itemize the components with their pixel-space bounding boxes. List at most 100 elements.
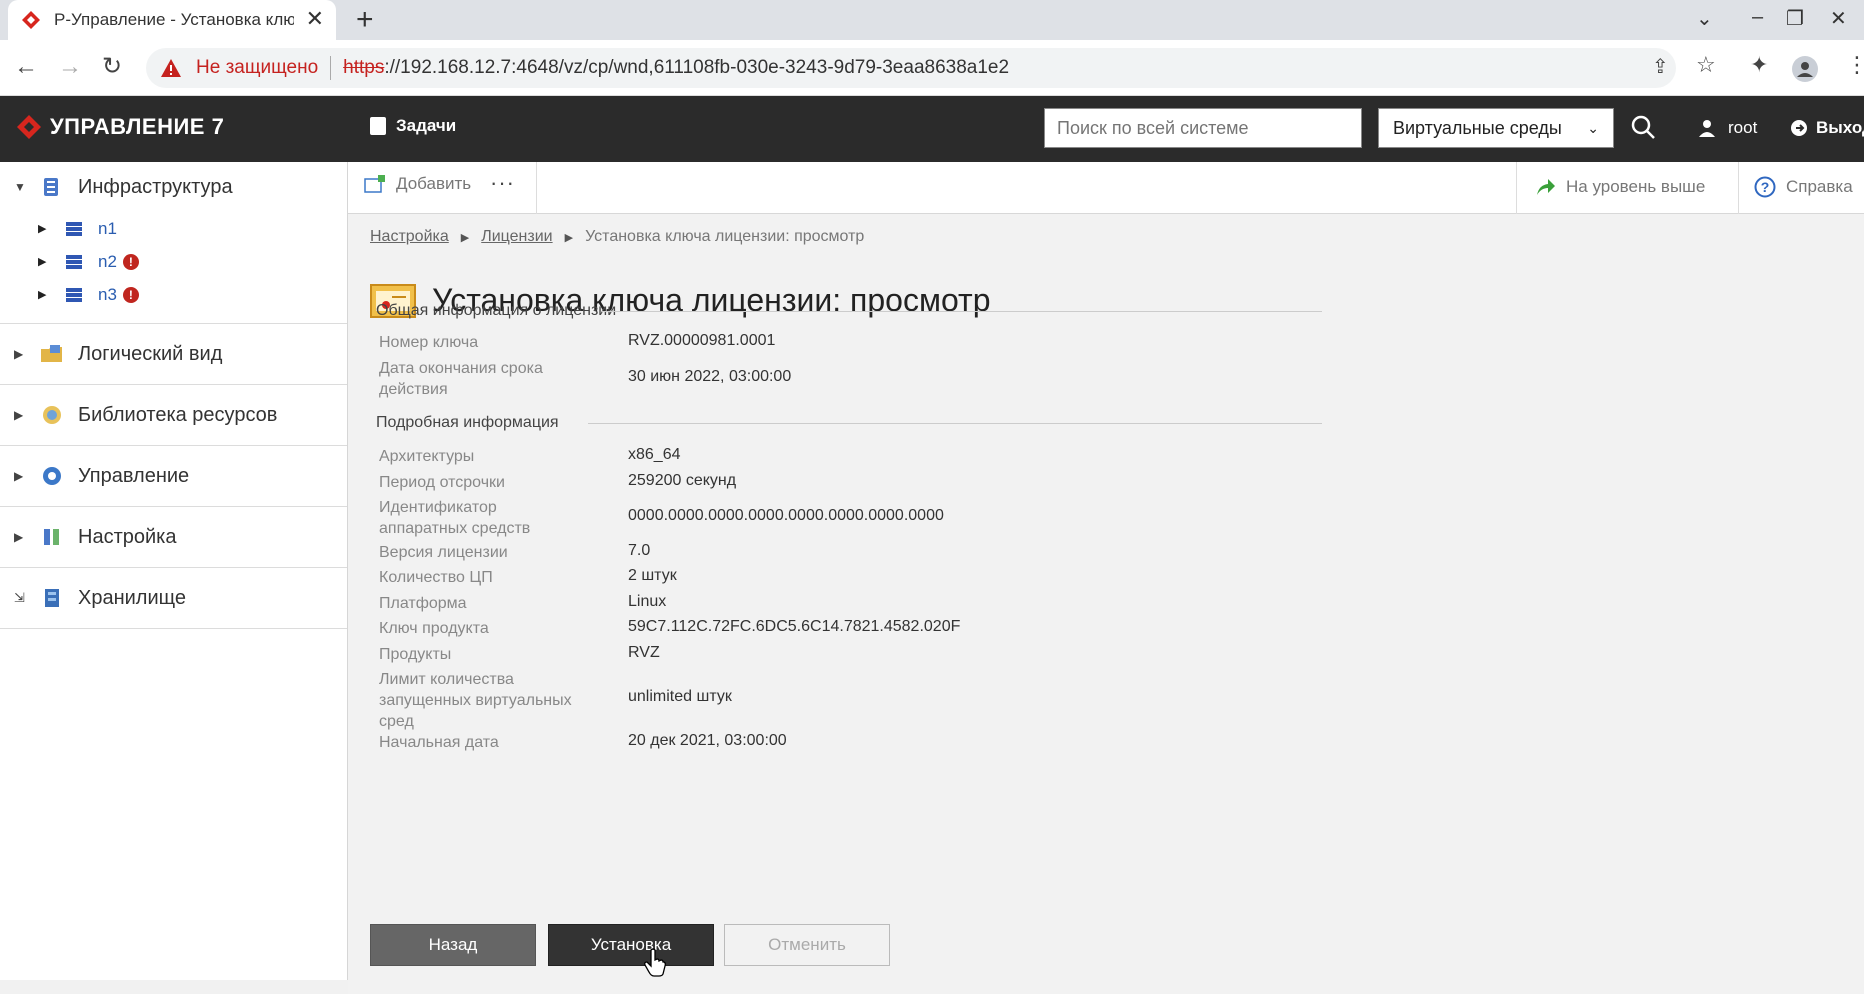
field-value: RVZ	[628, 644, 660, 661]
field-label: Период отсрочки	[379, 474, 505, 491]
more-actions-icon[interactable]: ···	[490, 170, 515, 196]
restore-icon[interactable]: ❐	[1786, 6, 1804, 31]
sidebar: ▼ Инфраструктура ▶ n1 ▶ n2 ! ▶ n3 ! ▶ Ло…	[0, 162, 348, 994]
sidebar-group-settings: ▶ Настройка	[0, 507, 347, 568]
hand-cursor-icon	[644, 948, 666, 977]
toolbar-divider	[1516, 162, 1517, 214]
close-tab-icon[interactable]: ✕	[306, 8, 324, 30]
omnibox-divider	[330, 56, 332, 80]
sidebar-item-management[interactable]: ▶ Управление	[0, 446, 347, 506]
back-button[interactable]: Назад	[370, 924, 536, 966]
browser-tab-bar: Р-Управление - Установка клю ✕ + ⌄ – ❐ ✕	[0, 0, 1864, 40]
sidebar-item-logical-view[interactable]: ▶ Логический вид	[0, 324, 347, 384]
level-up-button[interactable]: На уровень выше	[1534, 176, 1705, 198]
error-icon: !	[122, 253, 139, 270]
browser-menu-icon[interactable]: ⋮	[1846, 52, 1864, 78]
new-tab-icon[interactable]: +	[356, 5, 374, 35]
section-divider	[602, 311, 1322, 312]
toolbar: Добавить ··· На уровень выше ? Справка	[348, 162, 1864, 214]
node-label: n2	[98, 251, 117, 271]
install-button[interactable]: Установка	[548, 924, 714, 966]
browser-tab[interactable]: Р-Управление - Установка клю ✕	[8, 0, 336, 40]
sidebar-item-label: Управление	[78, 464, 190, 487]
sidebar-item-label: Инфраструктура	[78, 175, 233, 198]
field-label: Номер ключа	[379, 334, 479, 351]
clipboard-icon	[370, 117, 386, 135]
field-label: Дата окончания срока действия	[379, 360, 543, 398]
user-menu[interactable]: root	[1698, 118, 1757, 138]
breadcrumb-current: Установка ключа лицензии: просмотр	[585, 228, 865, 245]
logout-label: Выход	[1816, 118, 1864, 137]
expand-arrow-icon[interactable]: ▶	[14, 469, 30, 483]
minimize-icon[interactable]: –	[1752, 6, 1763, 29]
expand-arrow-icon[interactable]: ▶	[14, 408, 30, 422]
forward-icon[interactable]: →	[58, 52, 82, 82]
server-icon	[66, 287, 82, 302]
warning-icon	[161, 59, 181, 77]
logout-button[interactable]: Выход	[1790, 118, 1864, 138]
cancel-button[interactable]: Отменить	[724, 924, 890, 966]
bookmark-star-icon[interactable]: ☆	[1696, 52, 1716, 78]
sidebar-node-n2[interactable]: ▶ n2 !	[0, 245, 347, 278]
field-value: 2 штук	[628, 567, 677, 584]
field-label: Продукты	[379, 646, 452, 663]
help-button[interactable]: ? Справка	[1754, 176, 1853, 198]
folder-icon	[41, 345, 62, 362]
environment-select[interactable]: Виртуальные среды ⌄	[1378, 108, 1614, 148]
expand-arrow-icon[interactable]: ▶	[38, 255, 58, 268]
field-label: Идентификатор аппаратных средств	[379, 499, 531, 537]
sidebar-group-infrastructure: ▼ Инфраструктура ▶ n1 ▶ n2 ! ▶ n3 !	[0, 162, 347, 324]
external-link-icon[interactable]: ⇲	[14, 590, 30, 606]
close-window-icon[interactable]: ✕	[1830, 6, 1847, 31]
field-label: Версия лицензии	[379, 544, 508, 561]
profile-icon[interactable]	[1792, 56, 1818, 82]
field-label: Количество ЦП	[379, 569, 493, 586]
tasks-button[interactable]: Задачи	[370, 116, 456, 136]
sidebar-scrollbar[interactable]	[0, 980, 348, 994]
node-label: n3	[98, 284, 117, 304]
brand-name: УПРАВЛЕНИЕ 7	[50, 114, 225, 139]
sidebar-node-n3[interactable]: ▶ n3 !	[0, 278, 347, 311]
error-icon: !	[122, 286, 139, 303]
sidebar-group-management: ▶ Управление	[0, 446, 347, 507]
section-divider	[588, 423, 1322, 424]
share-icon[interactable]: ⇪	[1652, 54, 1669, 79]
expand-arrow-icon[interactable]: ▶	[14, 530, 30, 544]
storage-icon	[45, 589, 59, 607]
sidebar-item-settings[interactable]: ▶ Настройка	[0, 507, 347, 567]
collapse-arrow-icon[interactable]: ▼	[14, 180, 30, 194]
sidebar-item-resource-library[interactable]: ▶ Библиотека ресурсов	[0, 385, 347, 445]
tab-search-icon[interactable]: ⌄	[1696, 6, 1713, 31]
breadcrumb-link-settings[interactable]: Настройка	[370, 228, 449, 246]
field-value: RVZ.00000981.0001	[628, 332, 776, 349]
server-icon	[66, 254, 82, 269]
sidebar-group-resource-library: ▶ Библиотека ресурсов	[0, 385, 347, 446]
global-search-input[interactable]	[1044, 108, 1362, 148]
level-up-icon	[1537, 179, 1555, 195]
back-icon[interactable]: ←	[14, 52, 38, 82]
help-label: Справка	[1786, 177, 1853, 196]
field-value: 59C7.112C.72FC.6DC5.6C14.7821.4582.020F	[628, 618, 961, 635]
extensions-icon[interactable]: ✦	[1750, 52, 1768, 78]
add-button[interactable]: Добавить	[364, 174, 471, 194]
url-field[interactable]: Не защищено https://192.168.12.7:4648/vz…	[146, 48, 1676, 88]
expand-arrow-icon[interactable]: ▶	[38, 222, 58, 235]
reload-icon[interactable]: ↻	[102, 52, 122, 82]
sidebar-item-label: Хранилище	[78, 586, 186, 609]
breadcrumb-link-licenses[interactable]: Лицензии	[481, 228, 552, 246]
url-text: ://192.168.12.7:4648/vz/cp/wnd,611108fb-…	[384, 57, 1010, 78]
field-value: x86_64	[628, 446, 681, 463]
brand[interactable]: УПРАВЛЕНИЕ 7	[16, 114, 224, 140]
expand-arrow-icon[interactable]: ▶	[38, 288, 58, 301]
search-icon[interactable]	[1630, 114, 1656, 140]
expand-arrow-icon[interactable]: ▶	[14, 347, 30, 361]
sidebar-item-infrastructure[interactable]: ▼ Инфраструктура	[0, 162, 347, 212]
username: root	[1728, 118, 1758, 137]
app-logo-icon	[22, 11, 40, 29]
add-label: Добавить	[396, 174, 472, 193]
sidebar-node-n1[interactable]: ▶ n1	[0, 212, 347, 245]
not-secure-label[interactable]: Не защищено	[196, 57, 318, 79]
toolbar-divider	[536, 162, 537, 214]
sidebar-item-storage[interactable]: ⇲ Хранилище	[0, 568, 347, 628]
server-icon	[66, 221, 82, 236]
